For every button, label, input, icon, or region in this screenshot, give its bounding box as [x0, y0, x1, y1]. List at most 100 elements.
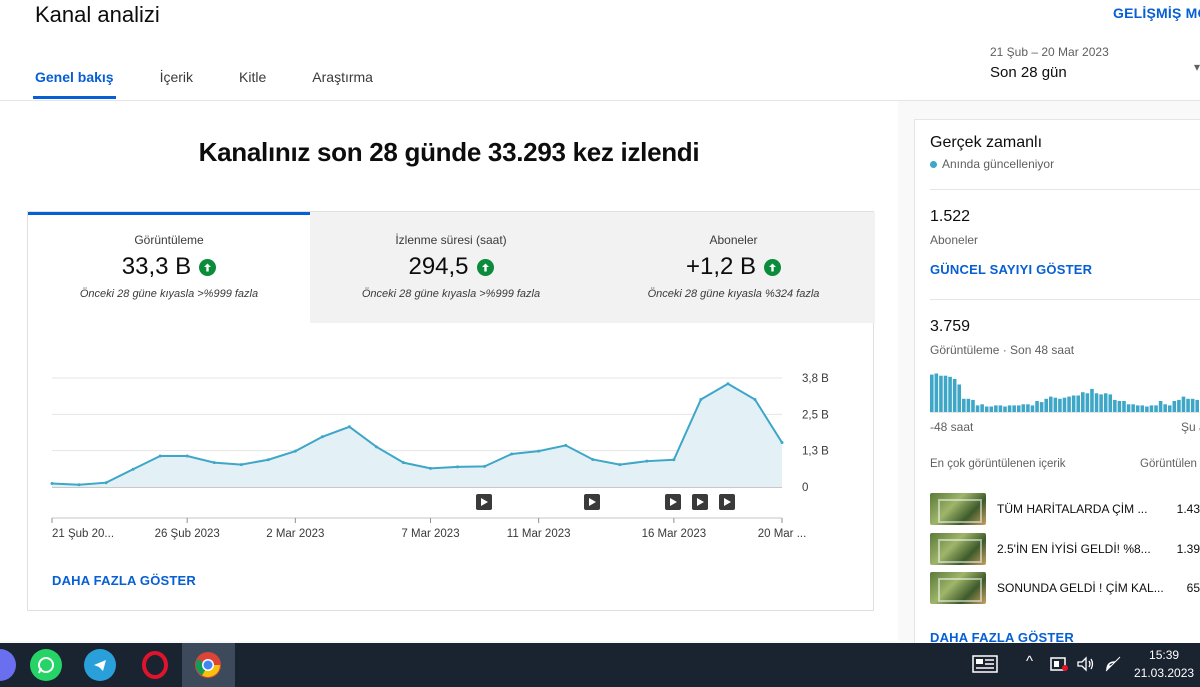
- divider: [930, 299, 1200, 300]
- telegram-icon[interactable]: [84, 649, 116, 681]
- x-tick-label: 20 Mar ...: [758, 528, 807, 540]
- chevron-down-icon[interactable]: ▾: [1194, 60, 1200, 74]
- hourly-bar: [966, 398, 971, 412]
- clock-date: 21.03.2023: [1134, 666, 1195, 680]
- hourly-bar: [1044, 398, 1048, 412]
- chrome-icon[interactable]: [192, 649, 224, 681]
- data-point: [293, 449, 297, 453]
- video-views: 65: [1186, 581, 1200, 595]
- top-content-header: En çok görüntülenen içerik: [930, 458, 1066, 470]
- hourly-bar: [1149, 405, 1154, 412]
- hourly-bar: [952, 379, 957, 412]
- top-content-row[interactable]: SONUNDA GELDİ ! ÇİM KAL... 65: [930, 572, 1200, 604]
- video-title: TÜM HARİTALARDA ÇİM ...: [997, 502, 1148, 516]
- battery-icon[interactable]: [1049, 655, 1069, 677]
- date-range[interactable]: 21 Şub – 20 Mar 2023: [990, 45, 1109, 59]
- hourly-bar: [1048, 396, 1053, 412]
- video-title: SONUNDA GELDİ ! ÇİM KAL...: [997, 581, 1164, 595]
- advanced-mode-button[interactable]: GELİŞMİŞ MO: [1113, 5, 1200, 21]
- hourly-bar: [948, 376, 952, 412]
- hourly-bar: [1172, 401, 1177, 412]
- data-point: [239, 463, 243, 467]
- data-point: [645, 459, 649, 463]
- data-point: [131, 467, 135, 471]
- hourly-bar: [1021, 404, 1026, 412]
- news-widget-icon[interactable]: [972, 655, 998, 677]
- hourly-bar: [957, 384, 962, 412]
- video-published-marker[interactable]: [692, 494, 708, 510]
- hourly-bar: [1108, 394, 1113, 412]
- video-published-marker[interactable]: [719, 494, 735, 510]
- hourly-bar: [1186, 398, 1190, 412]
- hourly-bar: [962, 398, 966, 412]
- video-published-marker[interactable]: [665, 494, 681, 510]
- hourly-bar: [1190, 398, 1195, 412]
- divider: [930, 189, 1200, 190]
- date-period-selector[interactable]: Son 28 gün: [990, 64, 1067, 81]
- whatsapp-icon[interactable]: [30, 649, 62, 681]
- data-point: [699, 398, 703, 402]
- video-thumbnail: [930, 572, 986, 604]
- hourly-bar: [1131, 404, 1135, 412]
- live-dot-icon: [930, 160, 937, 168]
- hourly-bar: [1195, 399, 1199, 412]
- hourly-bar: [1067, 396, 1071, 412]
- data-point: [401, 461, 405, 465]
- os-taskbar: ^ 15:39 21.03.2023: [0, 643, 1200, 687]
- show-more-button[interactable]: DAHA FAZLA GÖSTER: [52, 573, 196, 588]
- realtime-title: Gerçek zamanlı: [930, 134, 1043, 151]
- hourly-bar: [1113, 399, 1117, 412]
- chevron-up-icon[interactable]: ^: [1026, 653, 1033, 670]
- y-tick-label: 1,3 B: [802, 446, 829, 458]
- axis-start-label: -48 saat: [930, 420, 974, 434]
- realtime-views-count: 3.759: [930, 318, 971, 335]
- x-tick-label: 11 Mar 2023: [507, 528, 571, 540]
- show-live-count-button[interactable]: GÜNCEL SAYIYI GÖSTER: [930, 262, 1092, 277]
- volume-icon[interactable]: [1076, 655, 1096, 677]
- hourly-bar: [1099, 394, 1103, 412]
- hourly-bar: [1076, 395, 1081, 412]
- x-tick-label: 16 Mar 2023: [642, 528, 707, 540]
- data-point: [753, 398, 757, 402]
- y-tick-label: 0: [802, 482, 808, 494]
- hourly-bar: [1030, 405, 1035, 412]
- hourly-bar: [975, 405, 980, 412]
- top-content-row[interactable]: TÜM HARİTALARDA ÇİM ... 1.43: [930, 493, 1200, 525]
- hourly-bar: [1117, 401, 1122, 412]
- wifi-icon[interactable]: [1104, 655, 1122, 677]
- axis-end-label: Şu a: [1181, 420, 1200, 434]
- hourly-bar: [943, 375, 948, 412]
- video-thumbnail: [930, 493, 986, 525]
- data-point: [429, 466, 433, 470]
- video-thumbnail: [930, 533, 986, 565]
- data-point: [347, 425, 351, 429]
- app-icon[interactable]: [0, 649, 16, 681]
- hourly-bar: [930, 374, 934, 412]
- system-clock[interactable]: 15:39 21.03.2023: [1134, 646, 1194, 682]
- data-point: [672, 458, 676, 462]
- hourly-bar: [1126, 404, 1131, 412]
- hourly-bar: [1181, 396, 1186, 412]
- hourly-bar: [1081, 392, 1085, 412]
- hourly-bar: [1135, 405, 1140, 412]
- hourly-bar: [1103, 393, 1108, 412]
- hourly-bar: [1140, 405, 1145, 412]
- data-point: [77, 483, 81, 487]
- data-point: [510, 452, 514, 456]
- x-tick-label: 7 Mar 2023: [401, 528, 459, 540]
- video-published-marker[interactable]: [476, 494, 492, 510]
- hourly-bar: [994, 405, 998, 412]
- video-published-marker[interactable]: [584, 494, 600, 510]
- hourly-bar: [971, 399, 975, 412]
- hourly-bar: [1039, 402, 1044, 412]
- realtime-views-label: Görüntüleme · Son 48 saat: [930, 343, 1075, 357]
- x-tick-label: 2 Mar 2023: [266, 528, 324, 540]
- hourly-bar: [939, 375, 943, 412]
- hourly-bar: [1167, 405, 1172, 412]
- y-tick-label: 2,5 B: [802, 409, 829, 421]
- video-views: 1.43: [1176, 502, 1200, 516]
- data-point: [158, 454, 162, 458]
- top-content-row[interactable]: 2.5'İN EN İYİSİ GELDİ! %8... 1.39: [930, 533, 1200, 565]
- data-point: [185, 454, 189, 458]
- opera-icon[interactable]: [139, 649, 171, 681]
